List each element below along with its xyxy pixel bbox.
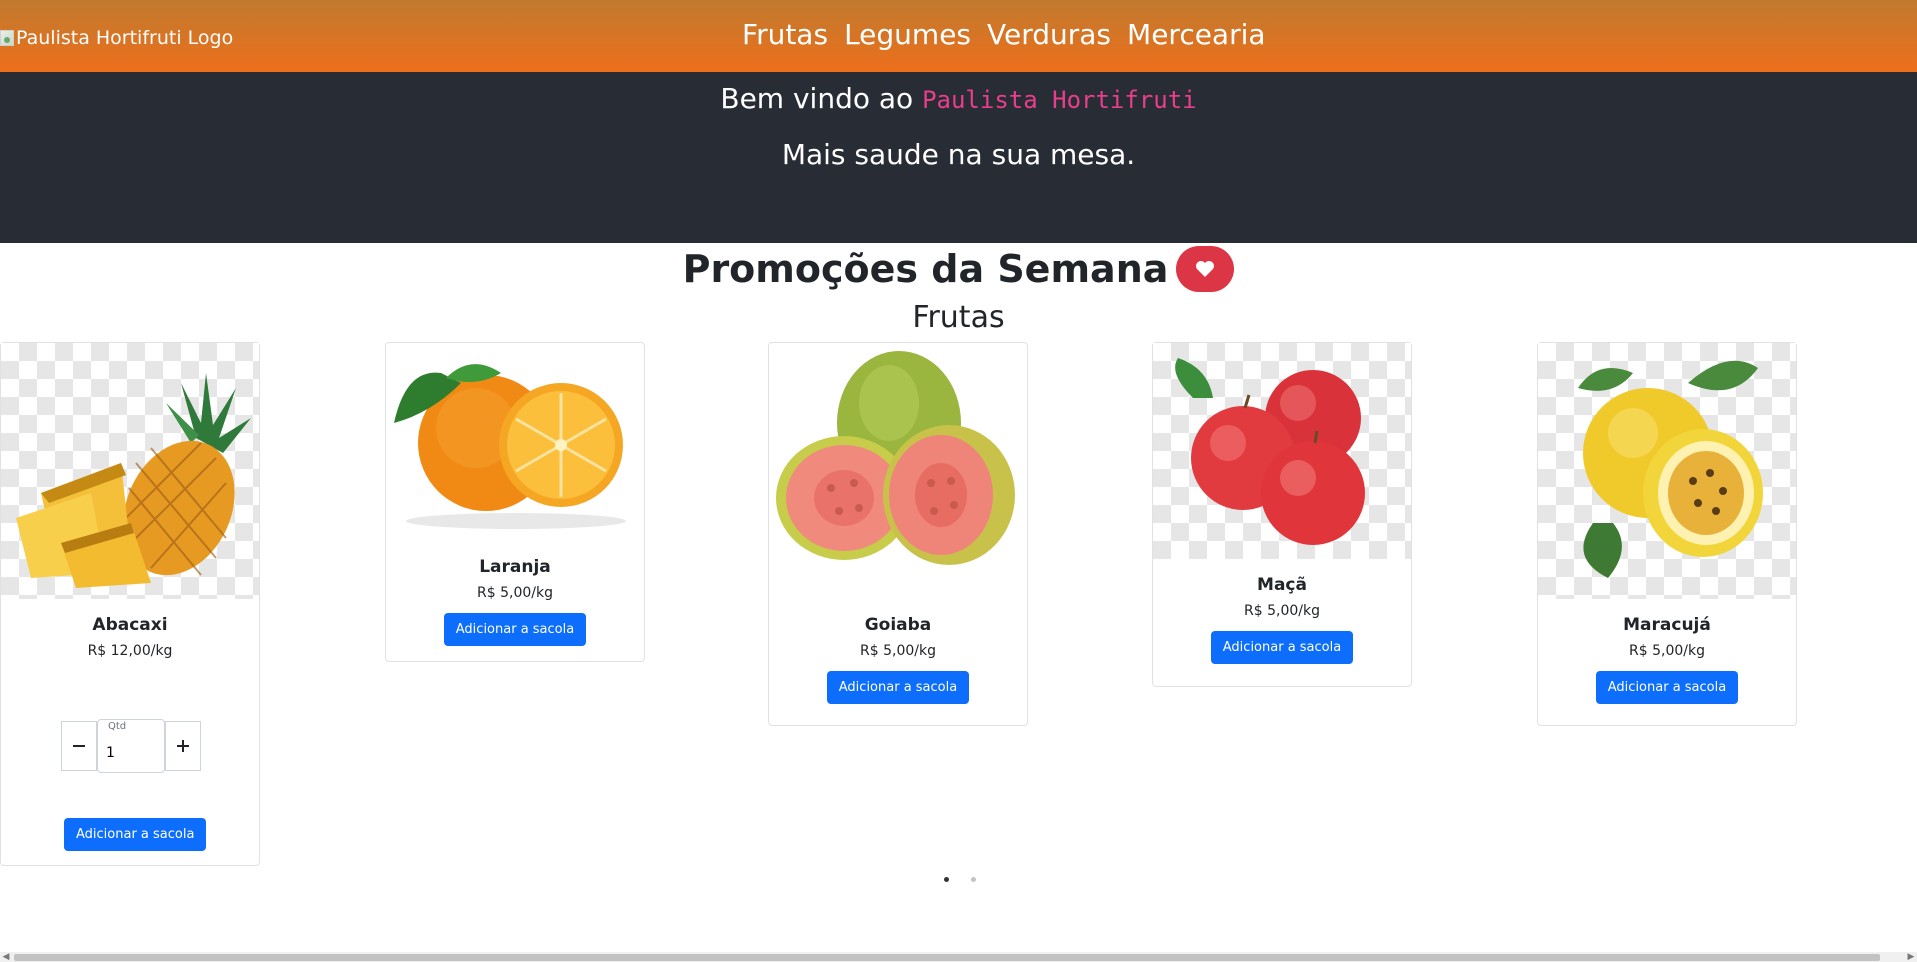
welcome-heading: Bem vindo ao Paulista Hortifruti — [0, 82, 1917, 115]
heart-icon — [1196, 261, 1215, 277]
scrollbar-thumb[interactable] — [14, 954, 1880, 961]
orange-illustration — [394, 364, 626, 529]
horizontal-scrollbar[interactable]: ◀ ▶ — [0, 952, 1917, 962]
quantity-input[interactable] — [106, 738, 156, 768]
welcome-text: Bem vindo ao — [720, 82, 914, 115]
carousel-dot-active[interactable] — [944, 877, 949, 882]
promotions-header: Promoções da Semana — [0, 246, 1917, 292]
nav-link-verduras[interactable]: Verduras — [987, 18, 1111, 51]
minus-icon — [73, 745, 85, 747]
scroll-right-icon[interactable]: ▶ — [1905, 952, 1917, 962]
product-image-abacaxi — [1, 343, 259, 599]
product-price: R$ 5,00/kg — [1629, 643, 1705, 659]
hero-banner: Bem vindo ao Paulista Hortifruti Mais sa… — [0, 72, 1917, 243]
add-to-bag-button[interactable]: Adicionar a sacola — [443, 613, 587, 646]
add-to-bag-button[interactable]: Adicionar a sacola — [1595, 671, 1739, 704]
product-name: Maracujá — [1623, 615, 1711, 635]
product-image-laranja — [386, 343, 644, 533]
category-title: Frutas — [912, 300, 1005, 335]
product-card-maca: Maçã R$ 5,00/kg Adicionar a sacola — [1152, 342, 1412, 687]
carousel-dot[interactable] — [971, 877, 976, 882]
broken-image-icon — [0, 30, 14, 46]
product-name: Goiaba — [864, 615, 932, 635]
promotions-title: Promoções da Semana — [682, 247, 1169, 291]
main-nav: Frutas Legumes Verduras Mercearia — [742, 18, 1266, 51]
product-image-goiaba — [769, 343, 1027, 599]
nav-link-legumes[interactable]: Legumes — [844, 18, 971, 51]
increment-button[interactable] — [165, 721, 201, 771]
product-price: R$ 5,00/kg — [860, 643, 936, 659]
product-name: Abacaxi — [92, 615, 168, 635]
top-navbar: Paulista Hortifruti Logo Frutas Legumes … — [0, 0, 1917, 72]
heart-badge — [1176, 246, 1235, 292]
logo[interactable]: Paulista Hortifruti Logo — [0, 27, 233, 49]
nav-link-frutas[interactable]: Frutas — [742, 18, 828, 51]
guava-illustration — [776, 351, 1015, 565]
tagline: Mais saude na sua mesa. — [781, 138, 1136, 171]
quantity-label: Qtd — [108, 721, 127, 732]
plus-icon — [177, 740, 189, 752]
pineapple-illustration — [16, 373, 251, 588]
quantity-field[interactable]: Qtd — [97, 719, 165, 773]
product-card-laranja: Laranja R$ 5,00/kg Adicionar a sacola — [385, 342, 645, 662]
scroll-left-icon[interactable]: ◀ — [0, 952, 12, 962]
product-price: R$ 5,00/kg — [1244, 603, 1320, 619]
apple-illustration — [1175, 358, 1365, 545]
product-price: R$ 12,00/kg — [87, 643, 173, 659]
product-price: R$ 5,00/kg — [477, 585, 553, 601]
add-to-bag-button[interactable]: Adicionar a sacola — [1210, 631, 1354, 664]
product-image-maracuja — [1538, 343, 1796, 599]
nav-link-mercearia[interactable]: Mercearia — [1127, 18, 1266, 51]
quantity-stepper: Qtd — [61, 719, 201, 773]
decrement-button[interactable] — [61, 721, 97, 771]
passion-fruit-illustration — [1578, 360, 1763, 578]
add-to-bag-button[interactable]: Adicionar a sacola — [64, 818, 207, 851]
product-image-maca — [1153, 343, 1411, 559]
product-card-maracuja: Maracujá R$ 5,00/kg Adicionar a sacola — [1537, 342, 1797, 726]
brand-name: Paulista Hortifruti — [922, 86, 1197, 114]
add-to-bag-button[interactable]: Adicionar a sacola — [826, 671, 970, 704]
logo-alt-text: Paulista Hortifruti Logo — [16, 27, 234, 49]
product-name: Laranja — [479, 557, 551, 577]
product-card-goiaba: Goiaba R$ 5,00/kg Adicionar a sacola — [768, 342, 1028, 726]
product-name: Maçã — [1257, 575, 1307, 595]
product-card-abacaxi: Abacaxi R$ 12,00/kg Qtd Adicionar a saco… — [0, 342, 260, 866]
